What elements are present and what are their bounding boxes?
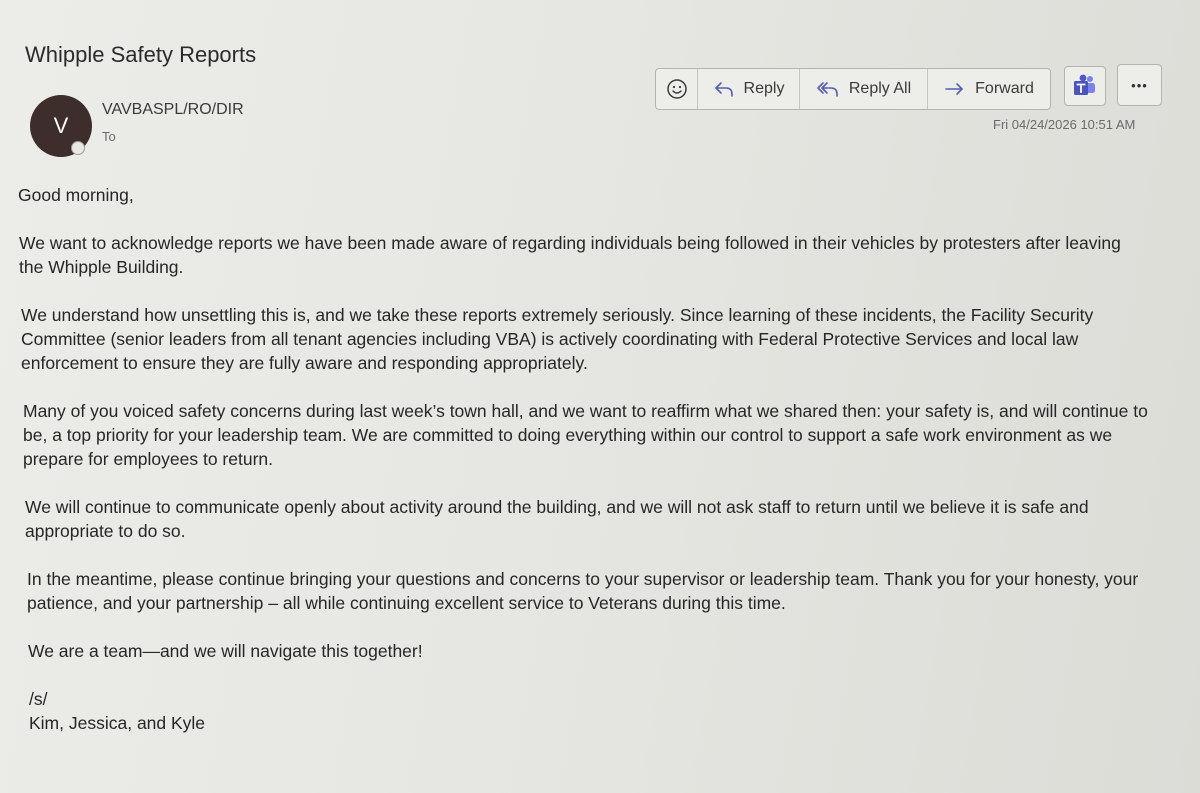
smiley-icon [666,78,688,100]
signature-names: Kim, Jessica, and Kyle [29,713,206,733]
sender-name[interactable]: VAVBASPL/RO/DIR [102,101,244,119]
body-paragraph: In the meantime, please continue bringin… [27,569,1139,613]
reply-all-button[interactable]: Reply All [800,69,928,109]
teams-chat-button[interactable] [1064,66,1106,106]
reply-label: Reply [743,80,785,97]
reply-button[interactable]: Reply [698,69,800,109]
react-button[interactable] [656,69,698,109]
greeting: Good morning, [18,185,134,205]
more-dots-icon: ••• [1131,77,1148,93]
forward-label: Forward [975,80,1034,97]
reply-all-label: Reply All [848,80,912,97]
received-timestamp: Fri 04/24/2026 10:51 AM [993,117,1136,132]
body-paragraph: We will continue to communicate openly a… [25,497,1089,541]
signature: /s/ Kim, Jessica, and Kyle [29,687,1148,735]
avatar-initial: V [53,113,69,138]
body-paragraph: We understand how unsettling this is, an… [21,305,1094,373]
body-paragraph: We are a team—and we will navigate this … [28,641,423,661]
reply-arrow-icon [713,80,735,98]
signature-mark: /s/ [29,689,48,709]
email-body: Good morning, We want to acknowledge rep… [18,183,1148,735]
reply-all-arrow-icon [816,80,840,98]
more-actions-button[interactable]: ••• [1117,64,1162,106]
presence-status-icon [71,141,85,155]
to-label: To [102,129,116,144]
teams-icon [1072,73,1098,99]
email-reading-pane: Whipple Safety Reports V VAVBASPL/RO/DIR… [0,0,1200,793]
forward-button[interactable]: Forward [928,69,1050,109]
body-paragraph: Many of you voiced safety concerns durin… [23,401,1148,469]
body-paragraph: We want to acknowledge reports we have b… [19,233,1121,277]
email-subject: Whipple Safety Reports [25,42,257,67]
forward-arrow-icon [944,80,966,98]
message-action-bar: Reply Reply All Forward [655,68,1051,110]
